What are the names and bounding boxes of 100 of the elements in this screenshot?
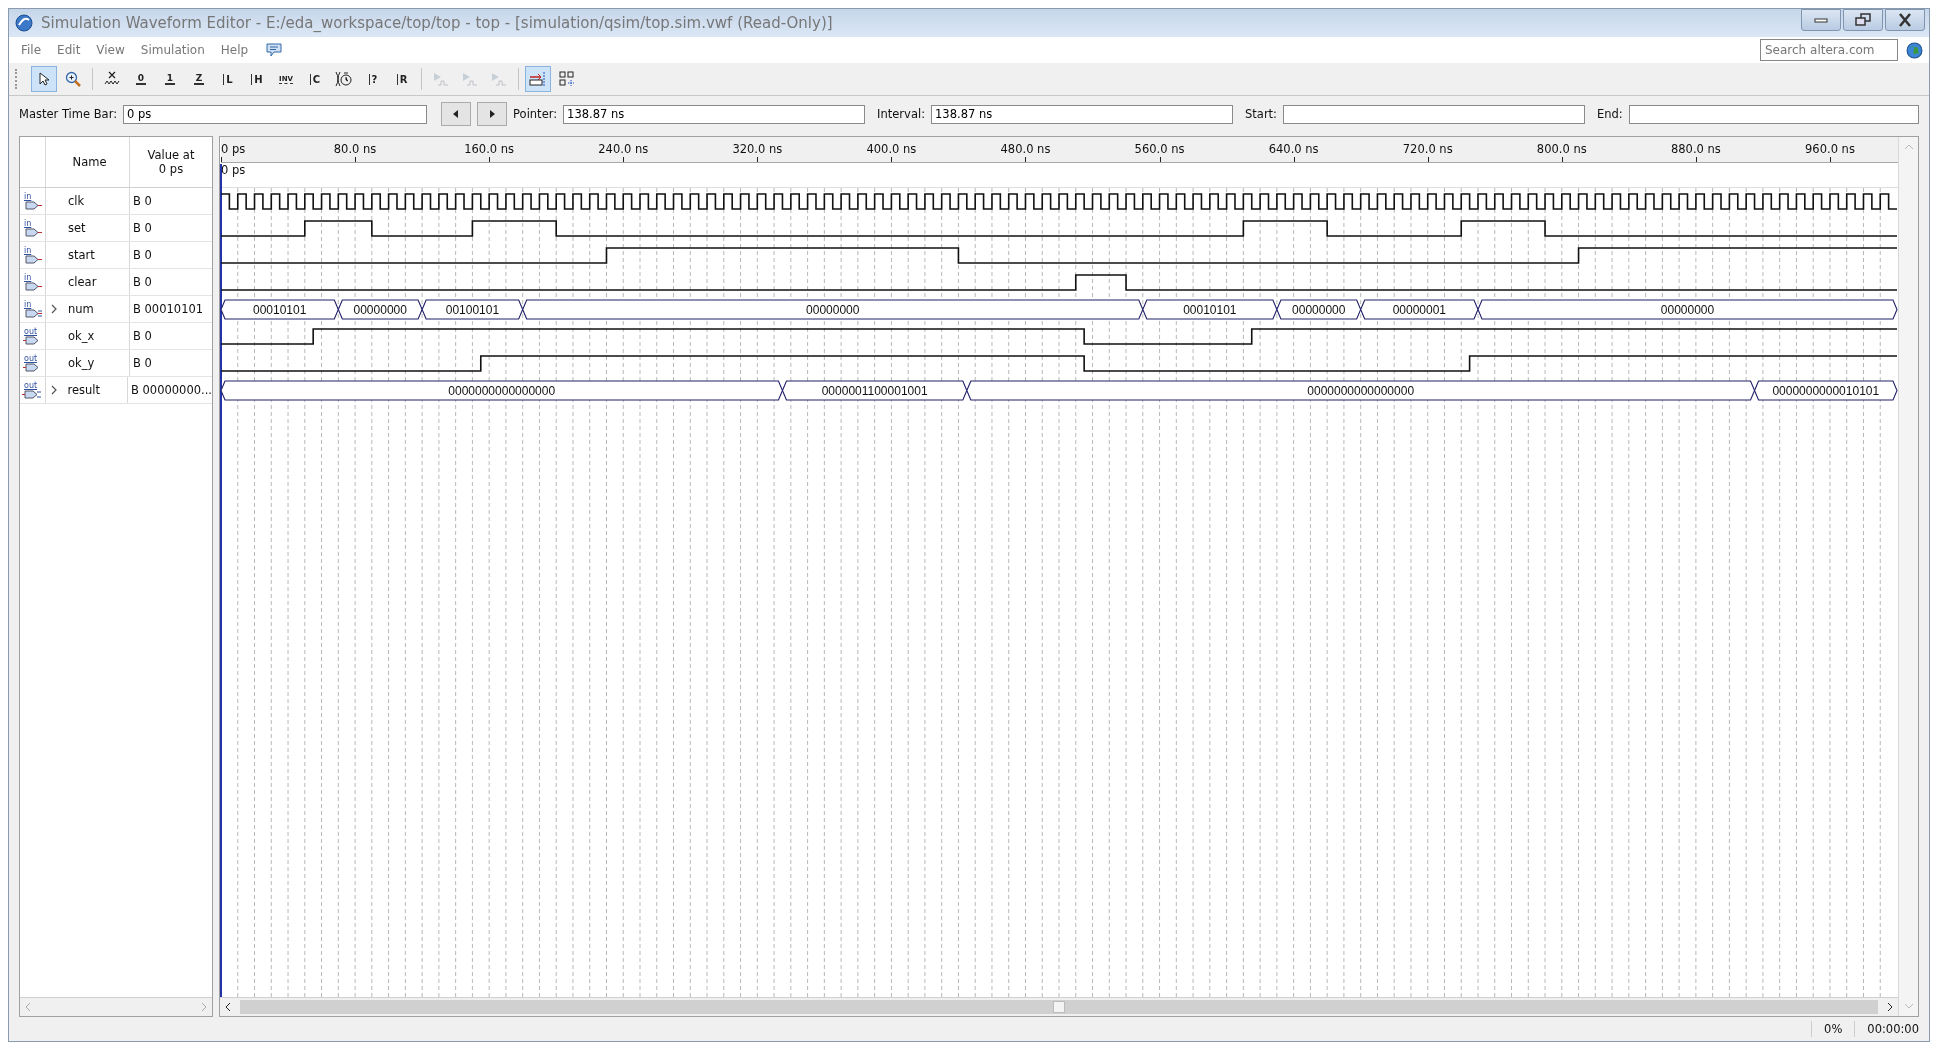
- bus-value-segment: 0000000000010101: [1753, 380, 1898, 401]
- signal-value: B 0: [132, 193, 153, 210]
- end-field[interactable]: [1628, 104, 1919, 124]
- signal-name: ok_y: [68, 356, 95, 370]
- arrow-pointer-icon: [36, 71, 52, 87]
- play-wave-icon: [432, 71, 450, 87]
- value-button[interactable]: R: [389, 66, 415, 92]
- time-tick-label: 320.0 ns: [732, 142, 783, 156]
- signal-value: B 0: [132, 247, 153, 264]
- time-tick-label: 480.0 ns: [1000, 142, 1051, 156]
- pin-direction-label: out: [24, 354, 38, 363]
- time-tick-label: 0 ps: [221, 142, 246, 156]
- force-value-button[interactable]: 0: [128, 66, 154, 92]
- value-button[interactable]: L: [215, 66, 241, 92]
- menu-item[interactable]: Edit: [51, 43, 87, 57]
- time-tick-label: 560.0 ns: [1134, 142, 1185, 156]
- previous-transition-button[interactable]: [441, 102, 472, 126]
- stopwatch-icon: [335, 71, 353, 87]
- field-label: End:: [1597, 107, 1623, 121]
- play-wave-icon: [490, 71, 508, 87]
- snap-arrow-icon: [529, 71, 547, 87]
- bus-value-segment: 00010101: [1142, 299, 1278, 320]
- signal-name: clear: [68, 275, 97, 289]
- bus-value-segment: 00000000: [1276, 299, 1362, 320]
- app-logo-icon: [15, 14, 33, 32]
- right-triangle-icon: [488, 110, 497, 118]
- field-label: Interval:: [877, 107, 926, 121]
- pointer-field[interactable]: 138.87 ns: [563, 104, 866, 124]
- time-tick-label: 240.0 ns: [598, 142, 649, 156]
- field-label: Start:: [1245, 107, 1277, 121]
- time-tick-label: 800.0 ns: [1536, 142, 1587, 156]
- bus-value-segment: 00100101: [421, 299, 524, 320]
- signal-name: set: [68, 221, 86, 235]
- signal-value: B 00010101: [132, 301, 205, 318]
- elapsed-time-text: 00:00:00: [1866, 1022, 1920, 1036]
- menu-item[interactable]: Help: [214, 43, 255, 57]
- bus-value-segment: 00010101: [220, 299, 339, 320]
- scroll-thumb[interactable]: [1053, 1001, 1065, 1013]
- pointer-tool-button[interactable]: [31, 66, 57, 92]
- bus-value-segment: 00000000: [337, 299, 423, 320]
- force-value-button[interactable]: 1: [157, 66, 183, 92]
- minimize-button[interactable]: [1801, 9, 1841, 31]
- scroll-right-icon[interactable]: [1886, 1002, 1894, 1012]
- restore-icon: [1853, 13, 1873, 27]
- bus-value-segment: 0000001100001001: [781, 380, 968, 401]
- value-button[interactable]: C: [302, 66, 328, 92]
- restore-button[interactable]: [1843, 9, 1883, 31]
- signal-name: ok_x: [68, 329, 95, 343]
- force-value-button[interactable]: Z: [186, 66, 212, 92]
- pin-direction-label: in: [24, 246, 32, 255]
- signal-value: B 00000000...: [129, 382, 212, 399]
- pin-direction-label: out: [24, 381, 38, 390]
- pin-direction-label: in: [24, 192, 32, 201]
- column-header: Name: [46, 137, 130, 187]
- time-tick-label: 720.0 ns: [1402, 142, 1453, 156]
- progress-text: 0%: [1823, 1022, 1844, 1036]
- value-button[interactable]: ?: [360, 66, 386, 92]
- play-wave-icon: [461, 71, 479, 87]
- next-transition-button[interactable]: [477, 102, 508, 126]
- signal-value: B 0: [132, 274, 153, 291]
- signal-name: num: [68, 302, 94, 316]
- signal-value: B 0: [132, 220, 153, 237]
- pin-direction-label: in: [24, 219, 32, 228]
- pin-direction-label: in: [24, 300, 32, 309]
- snap-to-grid-button[interactable]: [525, 66, 551, 92]
- menu-item[interactable]: File: [15, 43, 48, 57]
- grid-squares-icon: [559, 71, 575, 87]
- start-field[interactable]: [1283, 104, 1585, 124]
- master-time-marker-label: 0 ps: [221, 163, 246, 177]
- bus-value-segment: 0000000000000000: [220, 380, 784, 401]
- signal-value: B 0: [132, 328, 153, 345]
- master-time-bar-field[interactable]: 0 ps: [123, 104, 428, 124]
- scroll-left-icon[interactable]: [224, 1002, 232, 1012]
- menu-item[interactable]: Simulation: [134, 43, 211, 57]
- cross-wave-icon: [104, 71, 120, 87]
- signal-name: clk: [68, 194, 85, 208]
- pin-direction-label: in: [24, 273, 32, 282]
- column-header: Value at 0 ps: [146, 147, 196, 178]
- expand-chevron-icon[interactable]: [50, 304, 58, 314]
- expand-chevron-icon[interactable]: [49, 385, 58, 395]
- search-field[interactable]: Search altera.com: [1760, 39, 1898, 61]
- close-button[interactable]: [1885, 9, 1925, 31]
- pin-direction-label: out: [24, 327, 38, 336]
- bus-value-segment: 00000001: [1360, 299, 1479, 320]
- speech-bubble-icon[interactable]: [266, 43, 283, 57]
- time-tick-label: 640.0 ns: [1268, 142, 1319, 156]
- left-triangle-icon: [452, 110, 461, 118]
- time-tick-label: 400.0 ns: [866, 142, 917, 156]
- time-tick-label: 80.0 ns: [333, 142, 377, 156]
- interval-field[interactable]: 138.87 ns: [931, 104, 1234, 124]
- time-tick-label: 880.0 ns: [1670, 142, 1721, 156]
- time-tick-label: 960.0 ns: [1805, 142, 1855, 156]
- field-label: Master Time Bar:: [19, 107, 118, 121]
- field-label: Pointer:: [513, 107, 558, 121]
- magnifier-icon: [65, 71, 81, 87]
- value-button[interactable]: H: [244, 66, 270, 92]
- menu-item[interactable]: View: [90, 43, 131, 57]
- signal-value: B 0: [132, 355, 153, 372]
- globe-icon[interactable]: [1906, 41, 1923, 59]
- signal-name: start: [68, 248, 95, 262]
